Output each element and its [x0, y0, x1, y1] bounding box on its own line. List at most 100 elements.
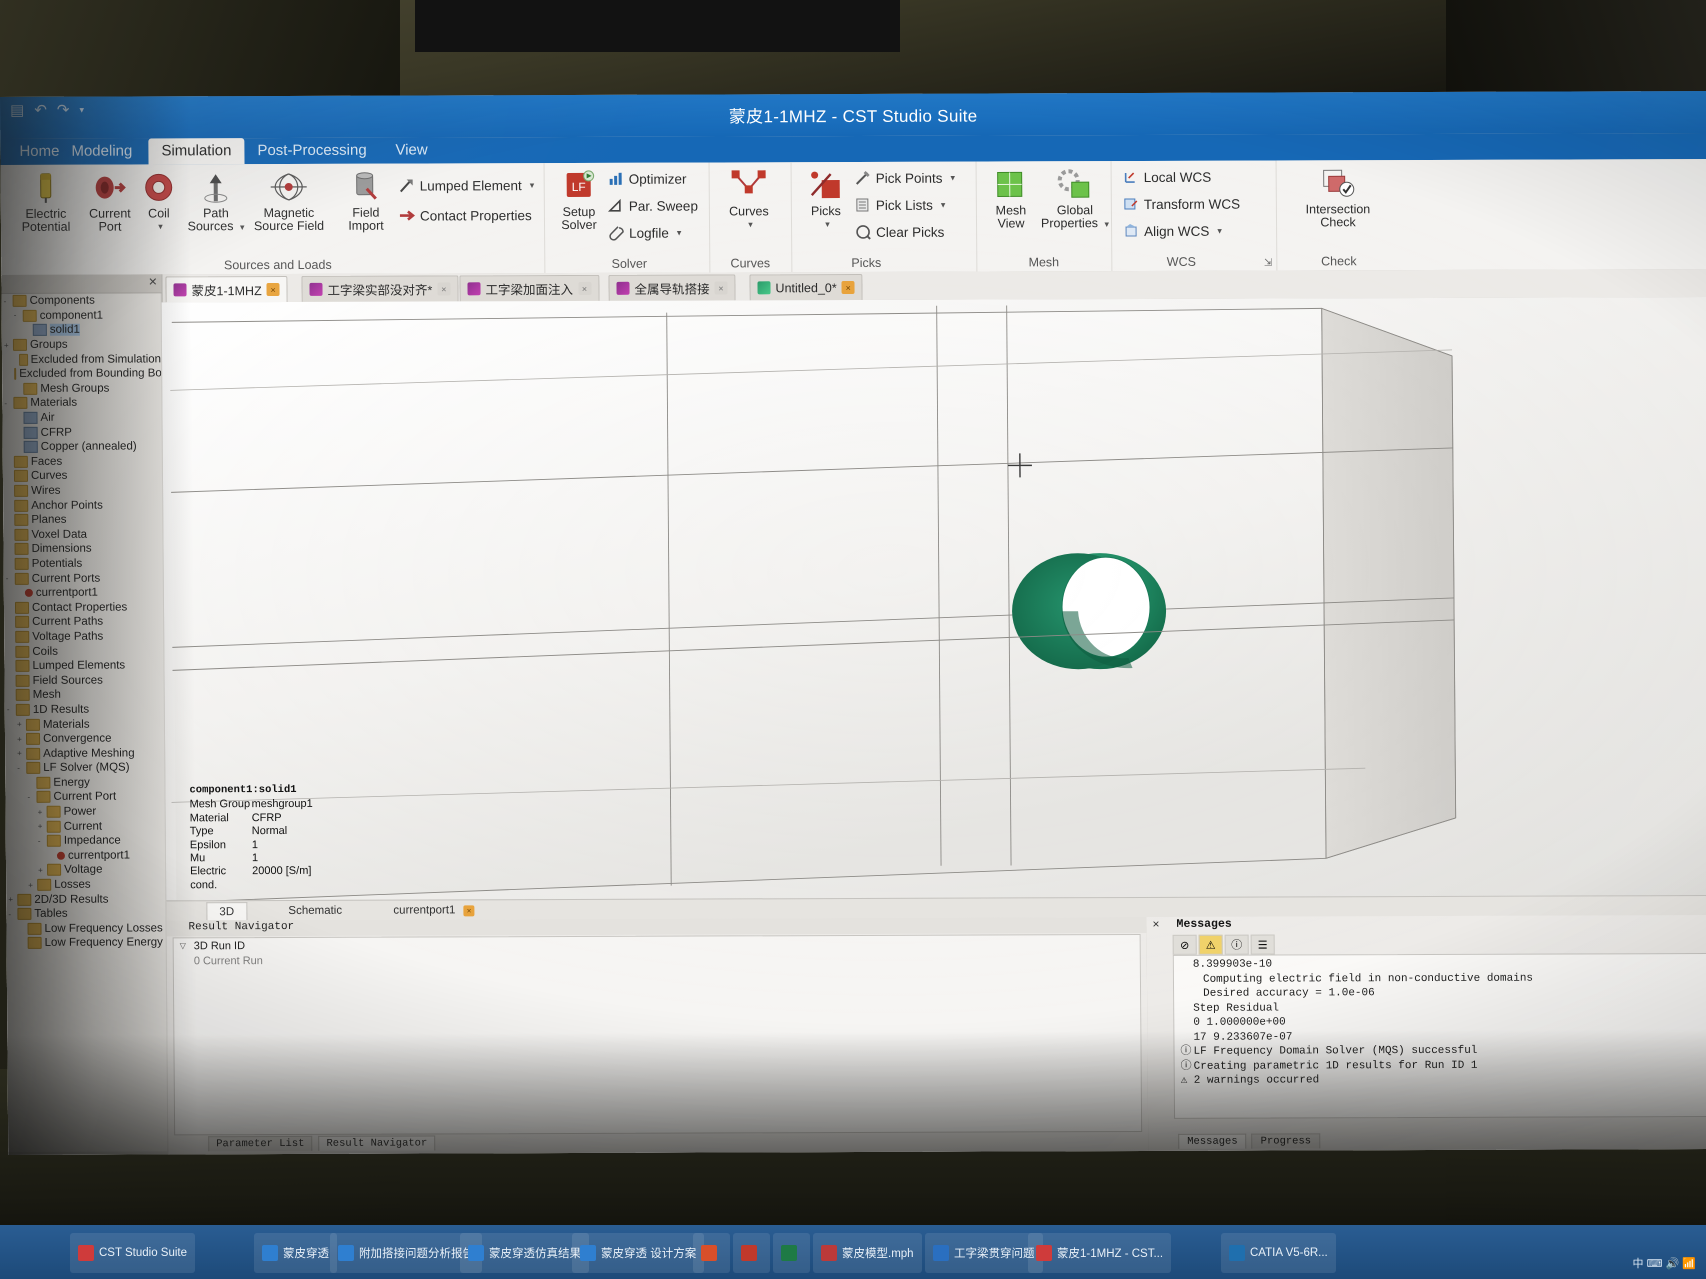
taskbar-item-10[interactable]: 蒙皮1-1MHZ - CST... [1028, 1233, 1171, 1273]
footer-tab-result-navigator[interactable]: Result Navigator [318, 1135, 435, 1150]
path-sources-caret-icon[interactable]: ▾ [240, 222, 245, 232]
taskbar-item-8[interactable]: 蒙皮模型.mph [813, 1233, 922, 1273]
tree-item-solid1[interactable]: solid1 [2, 323, 161, 338]
warning-filter-icon[interactable]: ⚠ [1199, 935, 1223, 955]
tree-item-impedance[interactable]: -Impedance [6, 833, 165, 848]
doc-tab-3[interactable]: 全属导轨搭接 × [608, 274, 735, 300]
tree-item-2d-3d-results[interactable]: +2D/3D Results [6, 892, 165, 907]
tree-item-mesh-groups[interactable]: Mesh Groups [2, 381, 161, 396]
tab-post-processing[interactable]: Post-Processing [244, 138, 379, 164]
info-filter-icon[interactable]: ⓘ [1225, 935, 1249, 955]
tab-view[interactable]: View [382, 137, 440, 163]
tree-expand-icon[interactable]: + [38, 822, 47, 831]
tree-expand-icon[interactable]: + [4, 341, 13, 350]
tree-item-materials[interactable]: +Materials [5, 717, 164, 732]
tree-item-voltage[interactable]: +Voltage [6, 863, 165, 878]
picks-button[interactable]: Picks ▾ [795, 168, 857, 231]
tree-expand-icon[interactable]: - [17, 764, 26, 773]
tree-expand-icon[interactable]: + [8, 895, 17, 904]
tree-item-1d-results[interactable]: -1D Results [5, 702, 164, 717]
tree-item-wires[interactable]: Wires [3, 483, 162, 498]
wcs-dialog-launcher-icon[interactable]: ⇲ [1264, 258, 1272, 269]
tree-item-current[interactable]: +Current [6, 819, 165, 834]
tree-expand-icon[interactable]: - [14, 311, 23, 320]
doc-tab-3-close-icon[interactable]: × [714, 281, 727, 294]
transform-wcs-button[interactable]: Transform WCS [1123, 196, 1240, 212]
footer-tab-messages[interactable]: Messages [1178, 1134, 1247, 1149]
tree-expand-icon[interactable]: + [38, 807, 47, 816]
tree-item-current-port[interactable]: -Current Port [5, 790, 164, 805]
tree-expand-icon[interactable]: + [17, 734, 26, 743]
tree-expand-icon[interactable]: - [6, 574, 15, 583]
tree-item-field-sources[interactable]: Field Sources [5, 673, 164, 688]
tree-item-contact-properties[interactable]: Contact Properties [4, 600, 163, 615]
tree-item-voxel-data[interactable]: Voxel Data [3, 527, 162, 542]
tree-item-mesh[interactable]: Mesh [5, 687, 164, 702]
taskbar-item-6[interactable] [733, 1233, 770, 1273]
global-properties-caret-icon[interactable]: ▾ [1104, 219, 1109, 229]
error-filter-icon[interactable]: ⊘ [1173, 935, 1197, 955]
view-tab-schematic[interactable]: Schematic [276, 902, 354, 920]
tree-item-dimensions[interactable]: Dimensions [3, 542, 162, 557]
tree-expand-icon[interactable]: - [4, 297, 13, 306]
mesh-view-button[interactable]: MeshView [980, 167, 1042, 230]
tree-item-convergence[interactable]: +Convergence [5, 731, 164, 746]
result-navigator-footer-tabs[interactable]: Parameter List Result Navigator [208, 1135, 435, 1151]
tree-item-current-ports[interactable]: -Current Ports [4, 571, 163, 586]
field-import-button[interactable]: FieldImport [335, 170, 397, 233]
result-navigator-row-1[interactable]: 0 Current Run [174, 950, 1140, 968]
tree-item-power[interactable]: +Power [6, 804, 165, 819]
footer-tab-progress[interactable]: Progress [1252, 1133, 1321, 1148]
taskbar-item-9[interactable]: 工字梁贯穿问题 [925, 1233, 1043, 1273]
tree-item-low-frequency-losses[interactable]: Low Frequency Losses [6, 921, 165, 936]
tree-item-air[interactable]: Air [2, 410, 161, 425]
tab-modeling[interactable]: Modeling [58, 138, 145, 164]
pick-points-button[interactable]: Pick Points ▾ [855, 170, 955, 186]
tree-item-excluded-from-bounding-box[interactable]: Excluded from Bounding Box [2, 366, 161, 381]
setup-solver-button[interactable]: LF SetupSolver [548, 169, 610, 232]
doc-tab-2-close-icon[interactable]: × [578, 282, 591, 295]
tree-item-tables[interactable]: -Tables [6, 906, 165, 921]
taskbar-item-3[interactable]: 蒙皮穿透仿真结果 [460, 1233, 589, 1273]
tree-expand-icon[interactable]: + [17, 749, 26, 758]
current-port-button[interactable]: CurrentPort [79, 170, 141, 233]
taskbar-item-4[interactable]: 蒙皮穿透 设计方案 [572, 1233, 704, 1273]
doc-tab-0-close-icon[interactable]: × [267, 283, 280, 296]
windows-taskbar[interactable]: CST Studio Suite蒙皮穿透附加搭接问题分析报告蒙皮穿透仿真结果蒙皮… [0, 1225, 1706, 1279]
logfile-caret-icon[interactable]: ▾ [677, 227, 682, 238]
tree-item-coils[interactable]: Coils [4, 644, 163, 659]
pick-lists-caret-icon[interactable]: ▾ [941, 199, 946, 210]
pick-points-caret-icon[interactable]: ▾ [950, 172, 955, 183]
curves-caret-icon[interactable]: ▾ [721, 218, 780, 231]
local-wcs-button[interactable]: Local WCS [1123, 169, 1212, 185]
taskbar-item-11[interactable]: CATIA V5-6R... [1221, 1233, 1336, 1273]
electric-potential-button[interactable]: ElectricPotential [15, 171, 77, 234]
tree-item-anchor-points[interactable]: Anchor Points [3, 498, 162, 513]
navigation-tree-close-icon[interactable]: ✕ [148, 275, 157, 288]
taskbar-item-7[interactable] [773, 1233, 810, 1273]
lumped-element-caret-icon[interactable]: ▾ [530, 180, 535, 191]
tree-item-curves[interactable]: Curves [3, 469, 162, 484]
intersection-check-button[interactable]: IntersectionCheck [1290, 166, 1386, 229]
tree-item-potentials[interactable]: Potentials [4, 556, 163, 571]
tree-item-low-frequency-energy[interactable]: Low Frequency Energy [7, 936, 166, 951]
taskbar-item-1[interactable]: 蒙皮穿透 [254, 1233, 337, 1273]
tree-item-voltage-paths[interactable]: Voltage Paths [4, 629, 163, 644]
tree-item-excluded-from-simulation[interactable]: Excluded from Simulation [2, 352, 161, 367]
logfile-button[interactable]: Logfile ▾ [608, 225, 681, 241]
list-icon[interactable]: ☰ [1251, 935, 1275, 955]
clear-picks-button[interactable]: Clear Picks [855, 224, 944, 240]
tree-item-losses[interactable]: +Losses [6, 877, 165, 892]
taskbar-item-0[interactable]: CST Studio Suite [70, 1233, 195, 1273]
global-properties-button[interactable]: GlobalProperties ▾ [1040, 167, 1111, 231]
tree-item-materials[interactable]: -Materials [2, 396, 161, 411]
tab-simulation[interactable]: Simulation [148, 138, 244, 164]
coil-caret-icon[interactable]: ▾ [140, 220, 181, 233]
taskbar-item-5[interactable] [693, 1233, 730, 1273]
tree-item-component1[interactable]: -component1 [2, 308, 161, 323]
tree-expand-icon[interactable]: + [17, 720, 26, 729]
tree-item-current-paths[interactable]: Current Paths [4, 614, 163, 629]
messages-log[interactable]: 8.399903e-10Computing electric field in … [1173, 953, 1706, 1119]
tree-expand-icon[interactable]: - [38, 837, 47, 846]
tree-expand-icon[interactable]: - [27, 793, 36, 802]
